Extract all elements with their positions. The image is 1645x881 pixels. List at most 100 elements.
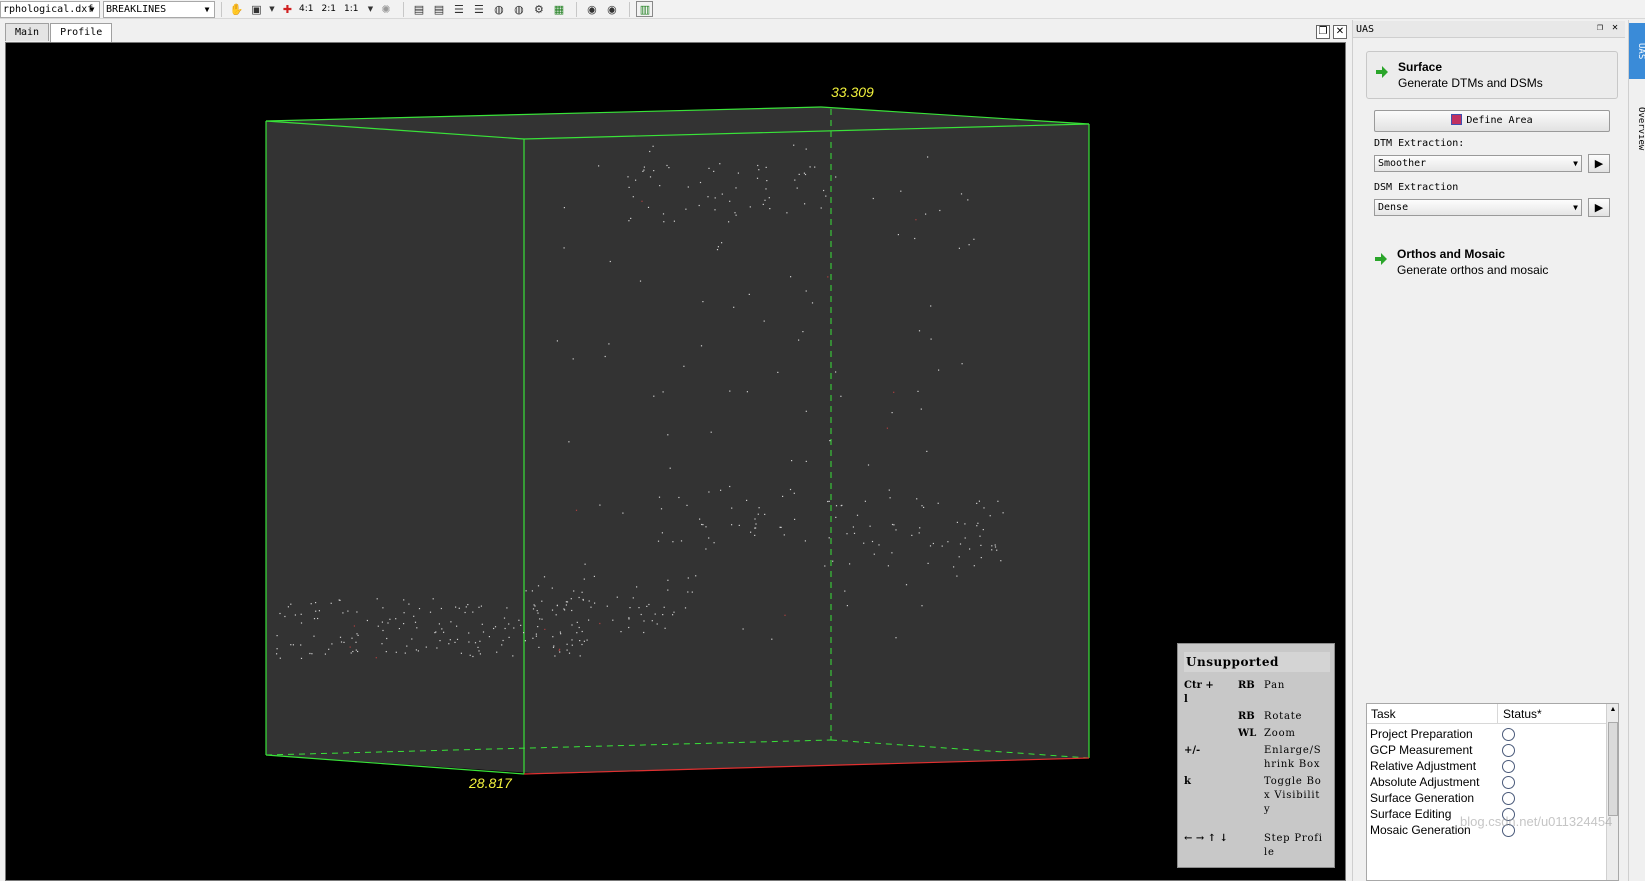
point bbox=[467, 604, 469, 606]
point bbox=[588, 600, 590, 602]
globe-icon[interactable]: ◍ bbox=[490, 1, 507, 17]
arrow-right-icon bbox=[1375, 253, 1387, 265]
point bbox=[552, 636, 554, 638]
point bbox=[353, 625, 355, 627]
point bbox=[524, 640, 526, 642]
dtm-extraction-select[interactable]: Smoother ▼ bbox=[1374, 155, 1582, 172]
scroll-thumb[interactable] bbox=[1608, 722, 1618, 816]
point bbox=[313, 635, 315, 637]
point bbox=[411, 638, 413, 640]
status-column-header[interactable]: Status* bbox=[1503, 707, 1542, 721]
tab-profile[interactable]: Profile bbox=[50, 23, 113, 42]
point bbox=[339, 636, 342, 638]
task-row[interactable]: Relative Adjustment bbox=[1370, 759, 1605, 775]
profile-3d-viewport[interactable]: 33.309 28.817 bbox=[5, 42, 1346, 881]
point bbox=[315, 602, 317, 604]
point bbox=[805, 410, 807, 412]
tool-icon[interactable]: ⚙ bbox=[530, 1, 547, 17]
point bbox=[846, 605, 848, 607]
chart-icon[interactable]: ▥ bbox=[636, 1, 654, 17]
dsm-extraction-select[interactable]: Dense ▼ bbox=[1374, 199, 1582, 216]
export-icon[interactable]: ▦ bbox=[550, 1, 567, 17]
chevron-down-icon[interactable]: ▼ bbox=[268, 1, 276, 17]
run-dsm-button[interactable]: ▶ bbox=[1588, 198, 1610, 217]
point bbox=[783, 534, 785, 536]
layer-tool-icon[interactable]: ▤ bbox=[430, 1, 447, 17]
point bbox=[643, 166, 645, 168]
pan-hand-icon[interactable]: ✋ bbox=[228, 1, 245, 17]
point bbox=[395, 618, 397, 620]
zoom-1-1-button[interactable]: 1:1 bbox=[344, 4, 358, 14]
point-cloud-canvas bbox=[265, 106, 1090, 775]
task-row[interactable]: GCP Measurement bbox=[1370, 743, 1605, 759]
side-tab-overview[interactable]: Overview bbox=[1629, 84, 1645, 174]
point bbox=[376, 598, 378, 600]
point bbox=[919, 527, 921, 529]
eye-icon[interactable]: ◉ bbox=[583, 1, 600, 17]
point bbox=[398, 628, 400, 630]
point bbox=[978, 500, 980, 502]
point bbox=[756, 177, 759, 179]
help-desc: Pan bbox=[1264, 680, 1286, 691]
task-row[interactable]: Project Preparation bbox=[1370, 727, 1605, 743]
float-icon[interactable]: ❐ bbox=[1594, 22, 1606, 34]
select-box-icon[interactable]: ▣ bbox=[248, 1, 265, 17]
orthos-section[interactable]: Orthos and Mosaic Generate orthos and mo… bbox=[1366, 239, 1618, 287]
point bbox=[533, 604, 535, 606]
point bbox=[318, 610, 320, 612]
point bbox=[976, 525, 978, 527]
task-column-header[interactable]: Task bbox=[1371, 707, 1396, 721]
point bbox=[941, 545, 943, 547]
chevron-down-icon[interactable]: ▼ bbox=[366, 1, 374, 17]
point bbox=[429, 611, 432, 613]
file-combo[interactable]: rphological.dxf ▼ bbox=[0, 0, 100, 18]
layer-tool-icon[interactable]: ▤ bbox=[410, 1, 427, 17]
point bbox=[791, 460, 793, 462]
task-row[interactable]: Absolute Adjustment bbox=[1370, 775, 1605, 791]
point bbox=[599, 622, 601, 625]
zoom-2-1-button[interactable]: 2:1 bbox=[321, 4, 335, 14]
point bbox=[563, 247, 565, 249]
point bbox=[664, 627, 666, 629]
close-icon[interactable]: ✕ bbox=[1333, 25, 1347, 39]
point bbox=[835, 505, 838, 507]
side-tab-uas[interactable]: UAS bbox=[1629, 23, 1645, 79]
point bbox=[713, 542, 715, 544]
point bbox=[389, 618, 391, 620]
toolbar-separator bbox=[576, 1, 578, 17]
scroll-up-icon[interactable]: ▲ bbox=[1608, 706, 1618, 718]
watermark: blog.csdn.net/u011324454 bbox=[1460, 814, 1613, 829]
zoom-extents-icon[interactable]: ✚ bbox=[279, 1, 296, 17]
point bbox=[893, 391, 895, 393]
define-area-button[interactable]: Define Area bbox=[1374, 110, 1610, 132]
point bbox=[343, 641, 345, 643]
point bbox=[404, 652, 406, 654]
close-icon[interactable]: ✕ bbox=[1609, 22, 1621, 34]
eye-icon[interactable]: ◉ bbox=[603, 1, 620, 17]
run-dtm-button[interactable]: ▶ bbox=[1588, 154, 1610, 173]
point bbox=[276, 648, 278, 650]
stack-tool-icon[interactable]: ☰ bbox=[450, 1, 467, 17]
point bbox=[629, 607, 631, 609]
restore-icon[interactable]: ❐ bbox=[1316, 25, 1330, 39]
point bbox=[512, 655, 514, 657]
zoom-4-1-button[interactable]: 4:1 bbox=[299, 4, 313, 14]
point bbox=[997, 500, 999, 502]
point bbox=[825, 195, 827, 197]
point bbox=[793, 144, 795, 146]
point bbox=[449, 639, 451, 641]
sun-icon[interactable]: ✺ bbox=[377, 1, 394, 17]
point bbox=[559, 631, 561, 633]
layer-combo[interactable]: BREAKLINES ▼ bbox=[103, 0, 215, 18]
point bbox=[324, 653, 326, 655]
surface-section[interactable]: Surface Generate DTMs and DSMs bbox=[1366, 51, 1618, 99]
point bbox=[551, 587, 553, 589]
stack-tool-icon[interactable]: ☰ bbox=[470, 1, 487, 17]
task-row[interactable]: Surface Generation bbox=[1370, 791, 1605, 807]
point bbox=[535, 635, 537, 637]
globe-icon[interactable]: ◍ bbox=[510, 1, 527, 17]
point bbox=[609, 260, 611, 263]
point bbox=[968, 244, 970, 246]
tab-main[interactable]: Main bbox=[5, 23, 50, 41]
task-table-scrollbar[interactable]: ▲ bbox=[1606, 704, 1618, 880]
